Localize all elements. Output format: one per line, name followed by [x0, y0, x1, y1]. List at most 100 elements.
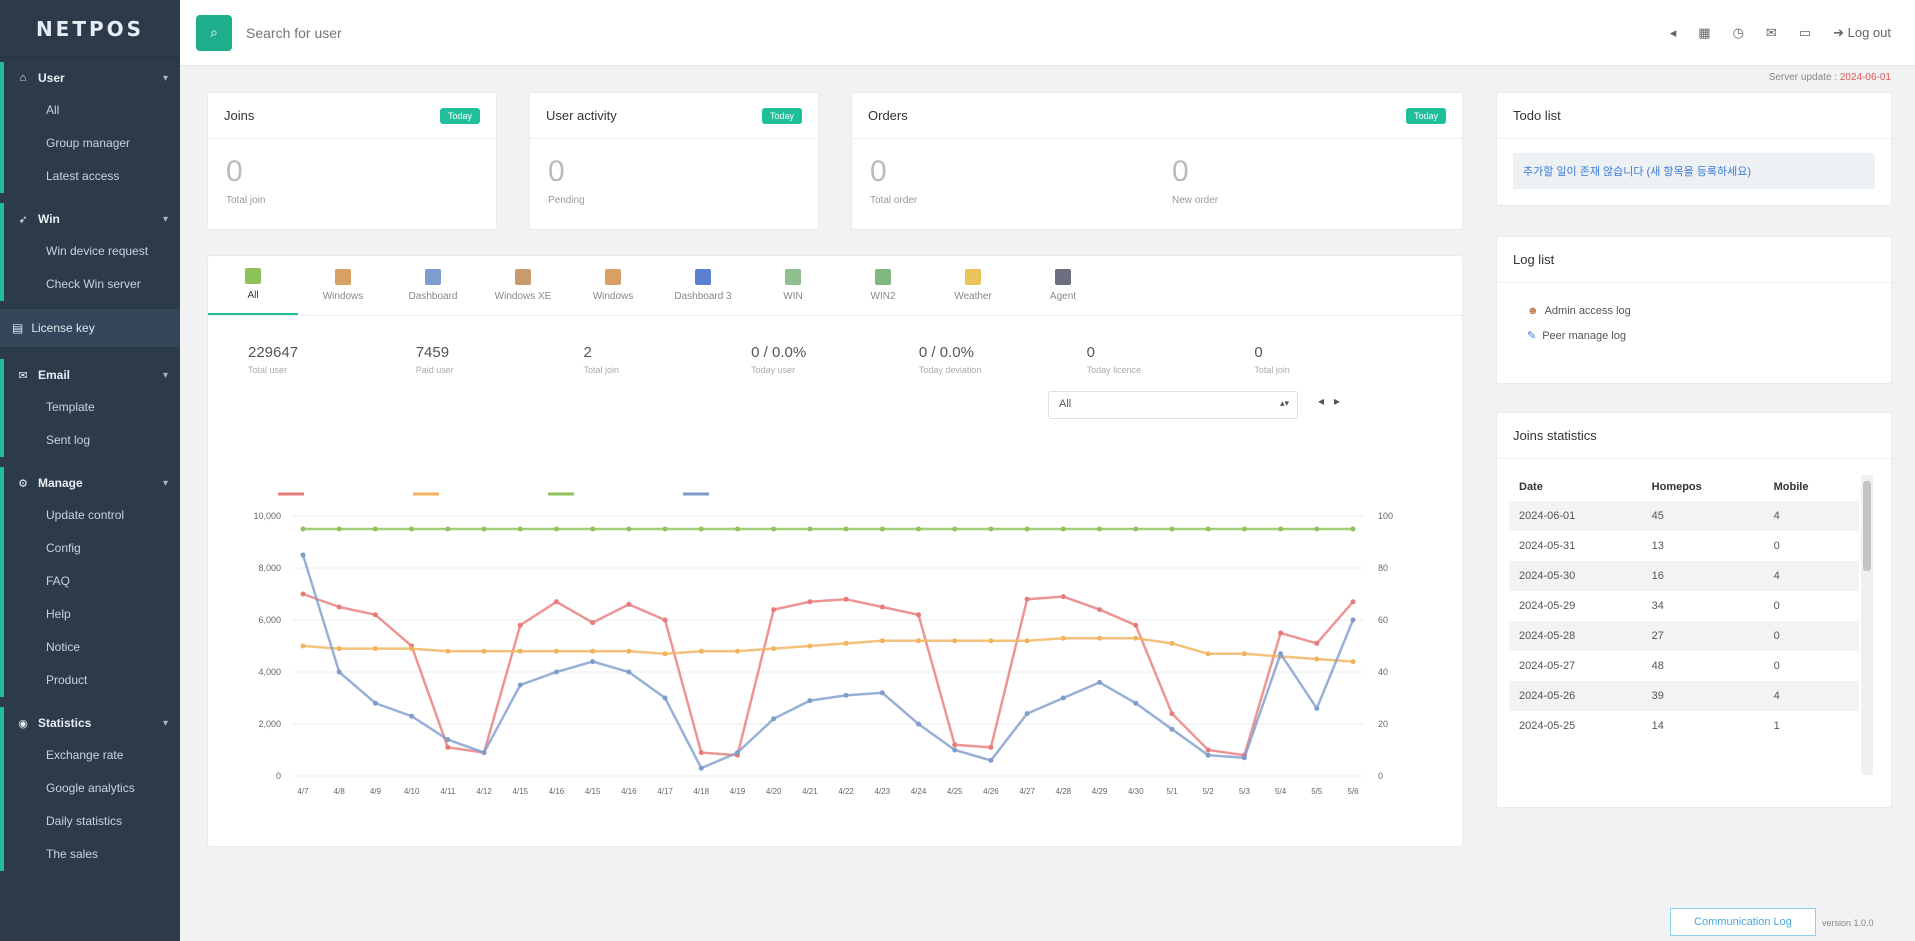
prev-arrow-icon[interactable]: ◂: [1318, 394, 1324, 408]
joins-stats-table-wrap[interactable]: Date Homepos Mobile 2024-06-01 45 4 2024-05…: [1509, 473, 1859, 787]
menu-item-check-win-server[interactable]: Check Win server: [0, 268, 180, 301]
chevron-down-icon: ▾: [162, 477, 168, 489]
chevron-down-icon: ▾: [162, 717, 168, 729]
kpi-total-join: 2 Total join: [583, 344, 751, 375]
data-point: [952, 526, 958, 532]
menu-item-google-analytics[interactable]: Google analytics: [0, 772, 180, 805]
menu-head-win[interactable]: ➶ Win ▾: [0, 203, 180, 235]
scrollbar-thumb[interactable]: [1863, 481, 1871, 571]
menu-head-email[interactable]: ✉ Email ▾: [0, 359, 180, 391]
table-row[interactable]: 2024-05-25 14 1: [1509, 711, 1859, 741]
tab-label: All: [247, 290, 259, 301]
grid-icon[interactable]: ▦: [1698, 25, 1710, 41]
table-row[interactable]: 2024-06-01 45 4: [1509, 501, 1859, 531]
menu-item-faq[interactable]: FAQ: [0, 565, 180, 598]
col-header-homepos[interactable]: Homepos: [1642, 473, 1764, 501]
menu-item-exchange-rate[interactable]: Exchange rate: [0, 739, 180, 772]
data-point: [771, 526, 777, 532]
table-row[interactable]: 2024-05-30 16 4: [1509, 561, 1859, 591]
tab-win[interactable]: WIN: [748, 256, 838, 315]
tab-agent[interactable]: Agent: [1018, 256, 1108, 315]
chevron-down-icon: ▾: [162, 72, 168, 84]
col-header-mobile[interactable]: Mobile: [1764, 473, 1859, 501]
data-point: [409, 713, 415, 719]
log-link-peer-manage[interactable]: ✎ Peer manage log: [1497, 323, 1891, 348]
data-point: [590, 526, 596, 532]
tab-win2[interactable]: WIN2: [838, 256, 928, 315]
monitor-icon[interactable]: ▭: [1799, 25, 1811, 41]
logout-button[interactable]: ➜ Log out: [1833, 25, 1891, 41]
log-link-admin-access[interactable]: ☻ Admin access log: [1497, 299, 1891, 323]
tab-dashboard-3[interactable]: Dashboard 3: [658, 256, 748, 315]
log-link-label: Admin access log: [1544, 305, 1631, 317]
dashboard-icon: [425, 269, 441, 285]
todo-item[interactable]: 추가할 일이 존재 않습니다 (새 항목을 등록하세요): [1513, 153, 1875, 189]
tab-windows-2[interactable]: Windows: [568, 256, 658, 315]
filter-select[interactable]: All ▴▾: [1048, 391, 1298, 419]
menu-item-win-device-request[interactable]: Win device request: [0, 235, 180, 268]
menu-item-template[interactable]: Template: [0, 391, 180, 424]
menu-item-product[interactable]: Product: [0, 664, 180, 697]
menu-head-label: Win: [38, 212, 60, 226]
tab-weather[interactable]: Weather: [928, 256, 1018, 315]
card-title: Joins statistics: [1513, 428, 1597, 443]
win-icon: [785, 269, 801, 285]
joins-stats-header: Joins statistics: [1497, 413, 1891, 459]
menu-item-the-sales[interactable]: The sales: [0, 838, 180, 871]
kpi-today-deviation: 0 / 0.0% Today deviation: [919, 344, 1087, 375]
data-point: [734, 526, 740, 532]
back-icon[interactable]: ◂: [1670, 25, 1677, 41]
menu-item-sent-log[interactable]: Sent log: [0, 424, 180, 457]
table-row[interactable]: 2024-05-31 13 0: [1509, 531, 1859, 561]
menu-item-help[interactable]: Help: [0, 598, 180, 631]
menu-head-statistics[interactable]: ◉ Statistics ▾: [0, 707, 180, 739]
menu-head-label: Manage: [38, 476, 83, 490]
tab-all[interactable]: All: [208, 256, 298, 315]
menu-head-user[interactable]: ⌂ User ▾: [0, 62, 180, 94]
cell-mobile: 0: [1763, 621, 1859, 651]
table-row[interactable]: 2024-05-26 39 4: [1509, 681, 1859, 711]
app-logo[interactable]: NETPOS: [0, 0, 180, 58]
data-point: [843, 596, 849, 602]
menu-head-manage[interactable]: ⚙ Manage ▾: [0, 467, 180, 499]
table-header-row: Date Homepos Mobile: [1509, 473, 1859, 501]
mail-icon[interactable]: ✉: [1766, 25, 1777, 41]
tab-dashboard[interactable]: Dashboard: [388, 256, 478, 315]
menu-item-latest-access[interactable]: Latest access: [0, 160, 180, 193]
cell-mobile: 4: [1763, 501, 1859, 531]
menu-item-notice[interactable]: Notice: [0, 631, 180, 664]
search-button[interactable]: ⌕: [196, 14, 232, 51]
menu-item-all[interactable]: All: [0, 94, 180, 127]
menu-item-license-key[interactable]: ▤ License key: [0, 309, 180, 347]
table-row[interactable]: 2024-05-29 34 0: [1509, 591, 1859, 621]
menu-item-daily-statistics[interactable]: Daily statistics: [0, 805, 180, 838]
cell-date: 2024-06-01: [1509, 501, 1642, 531]
data-point: [879, 604, 885, 610]
data-point: [336, 526, 342, 532]
clock-icon[interactable]: ◷: [1733, 25, 1744, 41]
scrollbar[interactable]: [1861, 475, 1873, 775]
data-point: [1278, 526, 1284, 532]
menu-item-config[interactable]: Config: [0, 532, 180, 565]
table-row[interactable]: 2024-05-28 27 0: [1509, 621, 1859, 651]
tab-label: Windows XE: [494, 291, 552, 302]
tab-windows[interactable]: Windows: [298, 256, 388, 315]
col-header-date[interactable]: Date: [1509, 473, 1642, 501]
x-tick-label: 5/4: [1275, 787, 1287, 796]
data-point: [1350, 659, 1356, 665]
cell-date: 2024-05-29: [1519, 600, 1576, 612]
tab-label: WIN2: [870, 291, 896, 302]
main-stats-card: All Windows Dashboard Windows XE Windows…: [208, 256, 1462, 846]
data-point: [988, 526, 994, 532]
chart-nav: ◂ ▸: [1318, 394, 1340, 408]
communication-log-button[interactable]: Communication Log: [1670, 908, 1816, 936]
data-point: [1060, 526, 1066, 532]
data-point: [843, 526, 849, 532]
tab-windows-xe[interactable]: Windows XE: [478, 256, 568, 315]
search-input[interactable]: [246, 24, 546, 41]
menu-item-update-control[interactable]: Update control: [0, 499, 180, 532]
table-row[interactable]: 2024-05-27 48 0: [1509, 651, 1859, 681]
next-arrow-icon[interactable]: ▸: [1334, 394, 1340, 408]
menu-item-group-manager[interactable]: Group manager: [0, 127, 180, 160]
win-icon: [875, 269, 891, 285]
